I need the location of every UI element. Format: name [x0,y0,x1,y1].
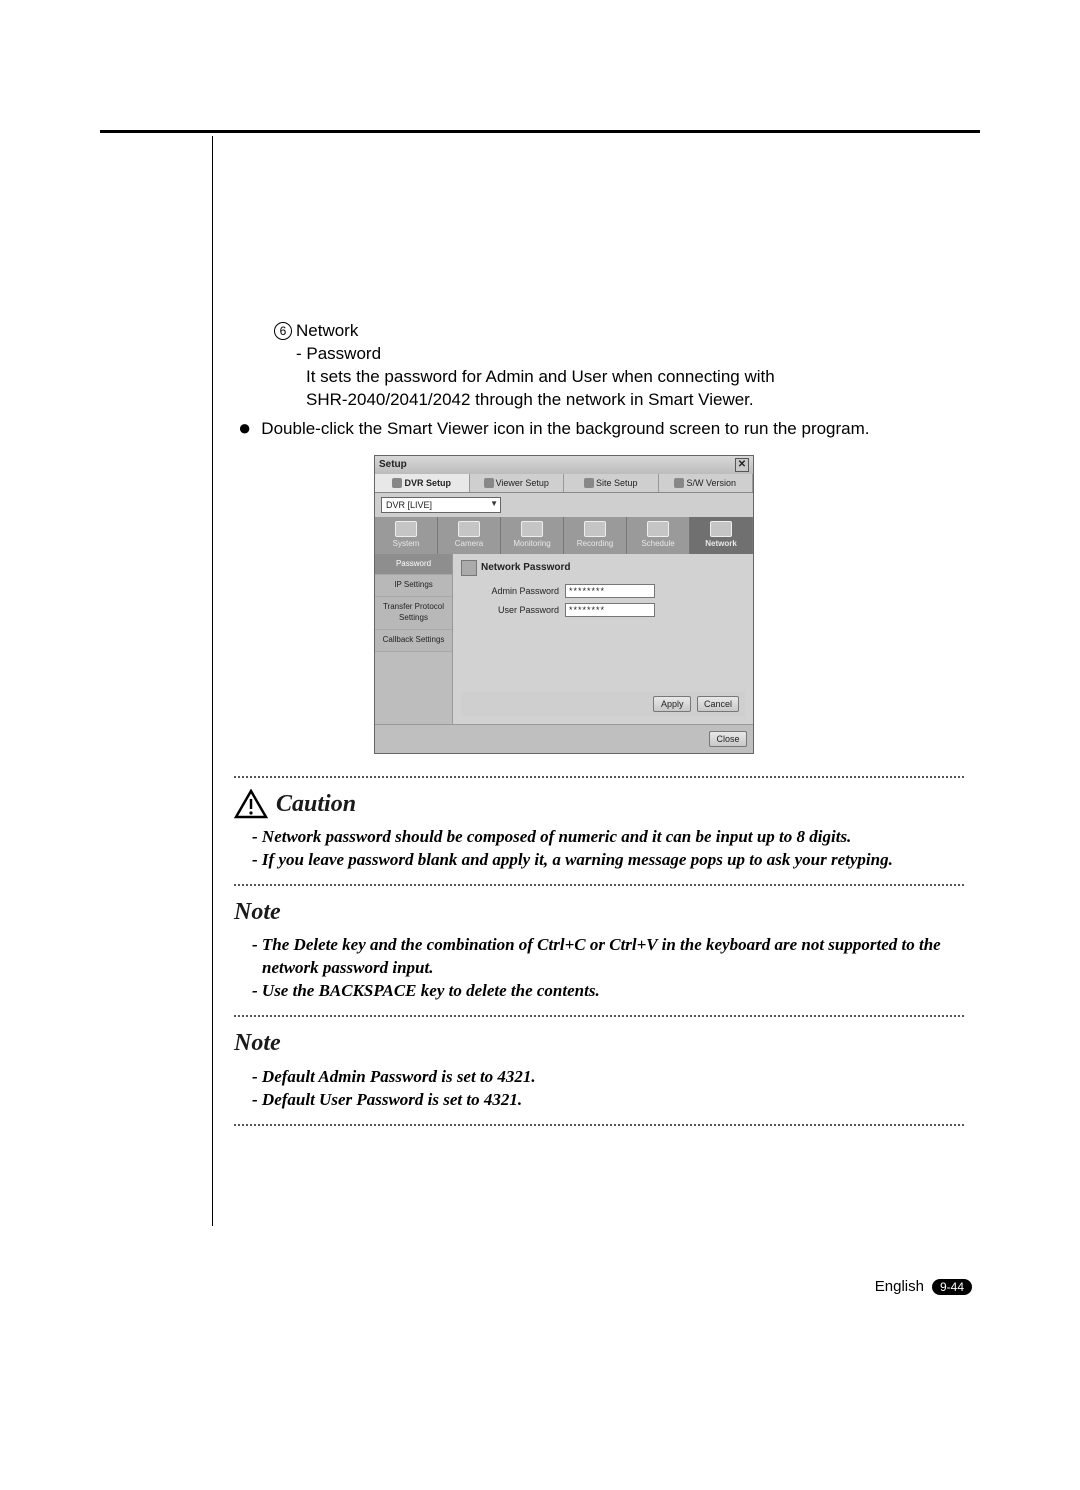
user-password-input[interactable]: ******** [565,603,655,617]
side-nav: Password IP Settings Transfer Protocol S… [375,554,453,724]
tab-viewer-setup[interactable]: Viewer Setup [470,474,565,492]
section-heading: 6Network [234,320,964,343]
caution-heading: Caution [234,788,964,820]
cat-label: Schedule [641,539,674,548]
network-password-panel: Network Password Admin Password ********… [453,554,753,724]
tab-site-setup[interactable]: Site Setup [564,474,659,492]
schedule-icon [647,521,669,537]
side-transfer-protocol[interactable]: Transfer Protocol Settings [375,597,452,630]
cat-monitoring[interactable]: Monitoring [501,517,564,554]
footer-language: English [875,1278,924,1295]
tab-sw-version[interactable]: S/W Version [659,474,754,492]
window-titlebar: Setup ✕ [375,456,753,474]
recording-icon [584,521,606,537]
dvr-select[interactable]: DVR [LIVE] [381,497,501,513]
dotted-rule [234,776,964,778]
side-callback-settings[interactable]: Callback Settings [375,630,452,652]
dotted-rule [234,1124,964,1126]
tab-icon [584,478,594,488]
step-number-badge: 6 [274,322,292,340]
dotted-rule [234,1015,964,1017]
sub-password: - Password [234,343,964,366]
cat-system[interactable]: System [375,517,438,554]
cat-label: Network [705,539,737,548]
setup-window: Setup ✕ DVR Setup Viewer Setup Site Setu… [374,455,754,754]
window-close-button[interactable]: ✕ [735,458,749,472]
user-password-label: User Password [479,604,559,616]
tab-label: Viewer Setup [496,477,549,489]
bullet-row: ● Double-click the Smart Viewer icon in … [234,418,964,441]
cat-schedule[interactable]: Schedule [627,517,690,554]
page-footer: English 9-44 [0,1278,1080,1295]
note-b-line-1: - Default Admin Password is set to 4321. [252,1066,964,1089]
apply-button[interactable]: Apply [653,696,691,712]
tab-label: Site Setup [596,477,638,489]
tab-dvr-setup[interactable]: DVR Setup [375,474,470,492]
tab-icon [392,478,402,488]
note-body: - Default Admin Password is set to 4321.… [234,1060,964,1114]
admin-password-row: Admin Password ******** [479,584,745,598]
cat-label: Camera [455,539,483,548]
panel-button-row: Apply Cancel [461,692,745,716]
cancel-button[interactable]: Cancel [697,696,739,712]
note-body: - The Delete key and the combination of … [234,928,964,1005]
note-a-line-2: - Use the BACKSPACE key to delete the co… [252,980,964,1003]
caution-body: - Network password should be composed of… [234,820,964,874]
note-heading: Note [234,896,964,928]
caution-line-2: - If you leave password blank and apply … [252,849,964,872]
vertical-divider [212,136,213,1226]
panel-title: Network Password [481,561,570,575]
caution-line-1: - Network password should be composed of… [252,826,964,849]
panel-heading: Network Password [461,560,745,576]
bullet-text: Double-click the Smart Viewer icon in th… [261,418,869,441]
window-footer: Close [375,724,753,753]
cat-network[interactable]: Network [690,517,753,554]
panel-icon [461,560,477,576]
user-password-row: User Password ******** [479,603,745,617]
setup-body: Password IP Settings Transfer Protocol S… [375,554,753,724]
cat-label: Monitoring [513,539,550,548]
dvr-select-row: DVR [LIVE] [375,493,753,517]
top-rule [100,130,980,133]
admin-password-input[interactable]: ******** [565,584,655,598]
cat-label: System [393,539,420,548]
cat-camera[interactable]: Camera [438,517,501,554]
tab-icon [484,478,494,488]
monitoring-icon [521,521,543,537]
tab-label: S/W Version [686,477,736,489]
note-title: Note [234,896,281,928]
main-content: 6Network - Password It sets the password… [234,320,964,1136]
note-b-line-2: - Default User Password is set to 4321. [252,1089,964,1112]
panel-spacer [461,622,745,692]
admin-password-label: Admin Password [479,585,559,597]
side-password[interactable]: Password [375,554,452,576]
cat-recording[interactable]: Recording [564,517,627,554]
camera-icon [458,521,480,537]
tab-bar: DVR Setup Viewer Setup Site Setup S/W Ve… [375,474,753,493]
system-icon [395,521,417,537]
warning-triangle-icon [234,789,268,819]
window-title: Setup [379,458,407,472]
cat-label: Recording [577,539,613,548]
heading-network: Network [296,321,358,340]
close-button[interactable]: Close [709,731,747,747]
note-a-line-1: - The Delete key and the combination of … [252,934,964,980]
category-icon-row: System Camera Monitoring Recording Sched… [375,517,753,554]
desc-line-1: It sets the password for Admin and User … [234,366,964,389]
network-icon [710,521,732,537]
note-title: Note [234,1027,281,1059]
page-frame [100,130,980,133]
note-heading: Note [234,1027,964,1059]
bullet-dot: ● [234,418,261,441]
tab-label: DVR Setup [404,477,451,489]
tab-icon [674,478,684,488]
caution-title: Caution [276,788,356,820]
dotted-rule [234,884,964,886]
footer-page-number: 9-44 [932,1279,972,1295]
desc-line-2: SHR-2040/2041/2042 through the network i… [234,389,964,412]
side-ip-settings[interactable]: IP Settings [375,575,452,597]
